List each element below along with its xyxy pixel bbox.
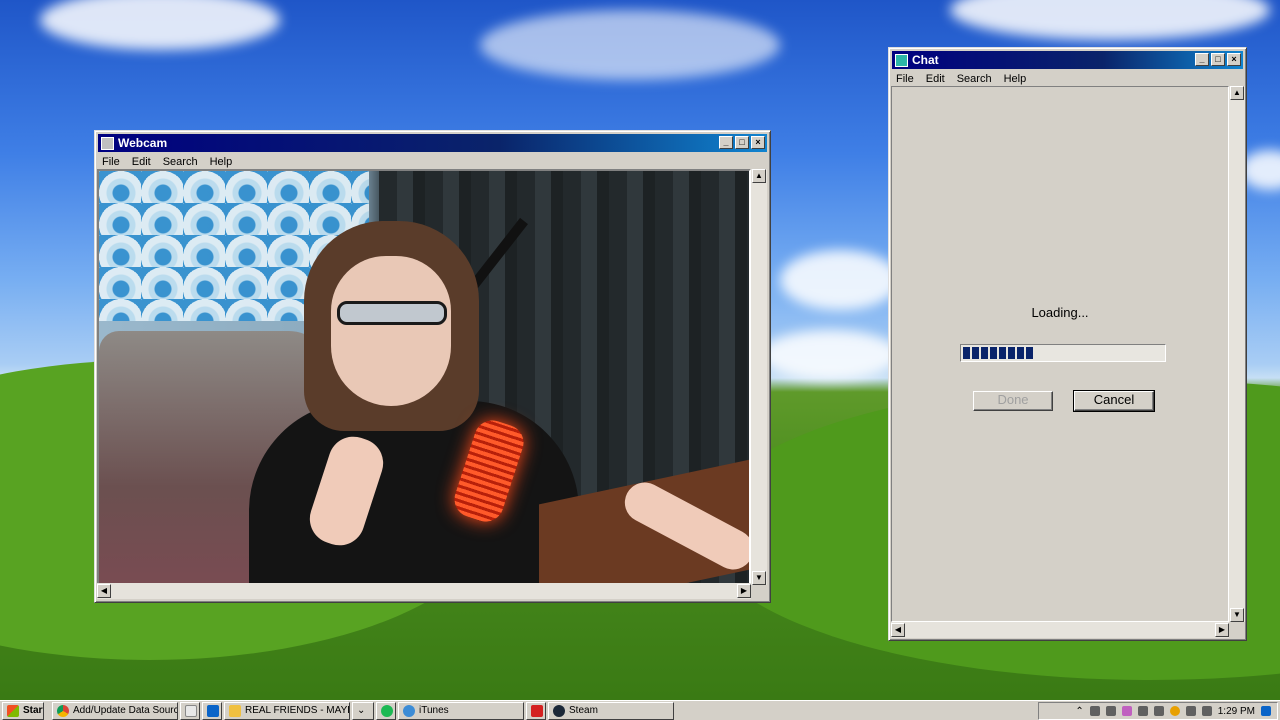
cloud [760,330,900,380]
spotify-icon [381,704,393,717]
menu-help[interactable]: Help [210,156,233,168]
webcam-video-image [99,171,749,583]
cloud [950,0,1270,40]
webcam-app-icon [101,136,114,150]
chat-content: Loading... Done Cancel [891,86,1229,622]
start-button[interactable]: Start [2,701,44,720]
close-button[interactable]: × [751,136,765,149]
scroll-left-icon[interactable]: ◀ [891,623,905,637]
taskbar-item-outlook[interactable] [202,701,222,720]
taskbar-item-spotify[interactable] [376,701,396,720]
webcam-titlebar[interactable]: Webcam _ □ × [98,134,767,152]
folder-icon [229,704,241,717]
maximize-button[interactable]: □ [1211,53,1225,66]
chat-horizontal-scrollbar[interactable]: ◀ ▶ [891,622,1229,638]
scroll-down-icon[interactable]: ▼ [1230,608,1244,622]
progress-fill [963,347,1033,359]
menu-search[interactable]: Search [957,73,992,85]
glasses [337,301,447,325]
app-tray-icon[interactable] [1121,706,1132,716]
chat-app-icon [895,53,908,67]
chat-window[interactable]: Chat _ □ × File Edit Search Help Loading… [888,47,1247,641]
taskbar-item-chrome[interactable]: Add/Update Data Source... [52,701,178,720]
cloud [780,250,900,310]
windows-logo-icon [7,704,19,717]
taskbar-item-red-app[interactable] [526,701,546,720]
taskbar-item-steam[interactable]: Steam [548,701,674,720]
scroll-right-icon[interactable]: ▶ [737,584,751,598]
monitor-icon[interactable] [1137,706,1148,716]
taskbar-item-notepad[interactable] [180,701,200,720]
outlook-icon [207,704,219,717]
start-label: Start [23,705,44,716]
network-icon[interactable] [1105,706,1116,716]
webcam-window[interactable]: Webcam _ □ × File Edit Search Help ▲ ▼ ◀… [94,130,771,603]
scroll-up-icon[interactable]: ▲ [1230,86,1244,100]
webcam-vertical-scrollbar[interactable]: ▲ ▼ [751,169,767,585]
menu-edit[interactable]: Edit [926,73,945,85]
flag-icon[interactable] [1089,706,1100,716]
taskbar-item-label: Add/Update Data Source... [73,705,177,716]
chat-vertical-scrollbar[interactable]: ▲ ▼ [1229,86,1245,622]
steam-icon [553,704,565,717]
cloud [40,0,280,50]
update-icon[interactable] [1169,706,1180,716]
notepad-icon [185,704,197,717]
red-app-icon [531,704,543,717]
done-button[interactable]: Done [973,391,1053,411]
person-face [331,256,451,406]
chrome-icon [57,704,69,717]
taskbar-item-label: REAL FRIENDS - MAYB... [245,705,349,716]
menu-file[interactable]: File [896,73,914,85]
scroll-left-icon[interactable]: ◀ [97,584,111,598]
webcam-horizontal-scrollbar[interactable]: ◀ ▶ [97,583,751,599]
loading-progress-bar [960,344,1166,362]
scroll-down-icon[interactable]: ▼ [752,571,766,585]
notification-icon[interactable] [1261,706,1271,716]
tray-expand-icon[interactable]: ⌃ [1075,706,1083,717]
webcam-title: Webcam [118,136,168,150]
taskbar-item-label: Steam [569,705,598,716]
taskbar-item-label: iTunes [419,705,449,716]
maximize-button[interactable]: □ [735,136,749,149]
loading-text: Loading... [1031,305,1089,320]
chevron-down-icon: ⌄ [357,705,366,716]
menu-help[interactable]: Help [1004,73,1027,85]
chat-title: Chat [912,53,939,67]
minimize-button[interactable]: _ [1195,53,1209,66]
cloud [480,10,780,80]
menu-search[interactable]: Search [163,156,198,168]
scroll-right-icon[interactable]: ▶ [1215,623,1229,637]
menu-edit[interactable]: Edit [132,156,151,168]
itunes-icon [403,704,415,717]
usb-icon[interactable] [1153,706,1164,716]
volume-icon[interactable] [1201,706,1212,716]
menu-file[interactable]: File [102,156,120,168]
cancel-button[interactable]: Cancel [1073,390,1155,412]
taskbar-item-chevron[interactable]: ⌄ [352,701,374,720]
system-tray: ⌃ 1:29 PM [1038,702,1278,720]
taskbar: Start Add/Update Data Source... REAL FRI… [0,700,1280,720]
wifi-icon[interactable] [1185,706,1196,716]
minimize-button[interactable]: _ [719,136,733,149]
clock[interactable]: 1:29 PM [1218,706,1255,717]
webcam-feed [97,169,751,585]
taskbar-item-folder[interactable]: REAL FRIENDS - MAYB... [224,701,350,720]
taskbar-item-itunes[interactable]: iTunes [398,701,524,720]
close-button[interactable]: × [1227,53,1241,66]
chat-titlebar[interactable]: Chat _ □ × [892,51,1243,69]
scroll-up-icon[interactable]: ▲ [752,169,766,183]
